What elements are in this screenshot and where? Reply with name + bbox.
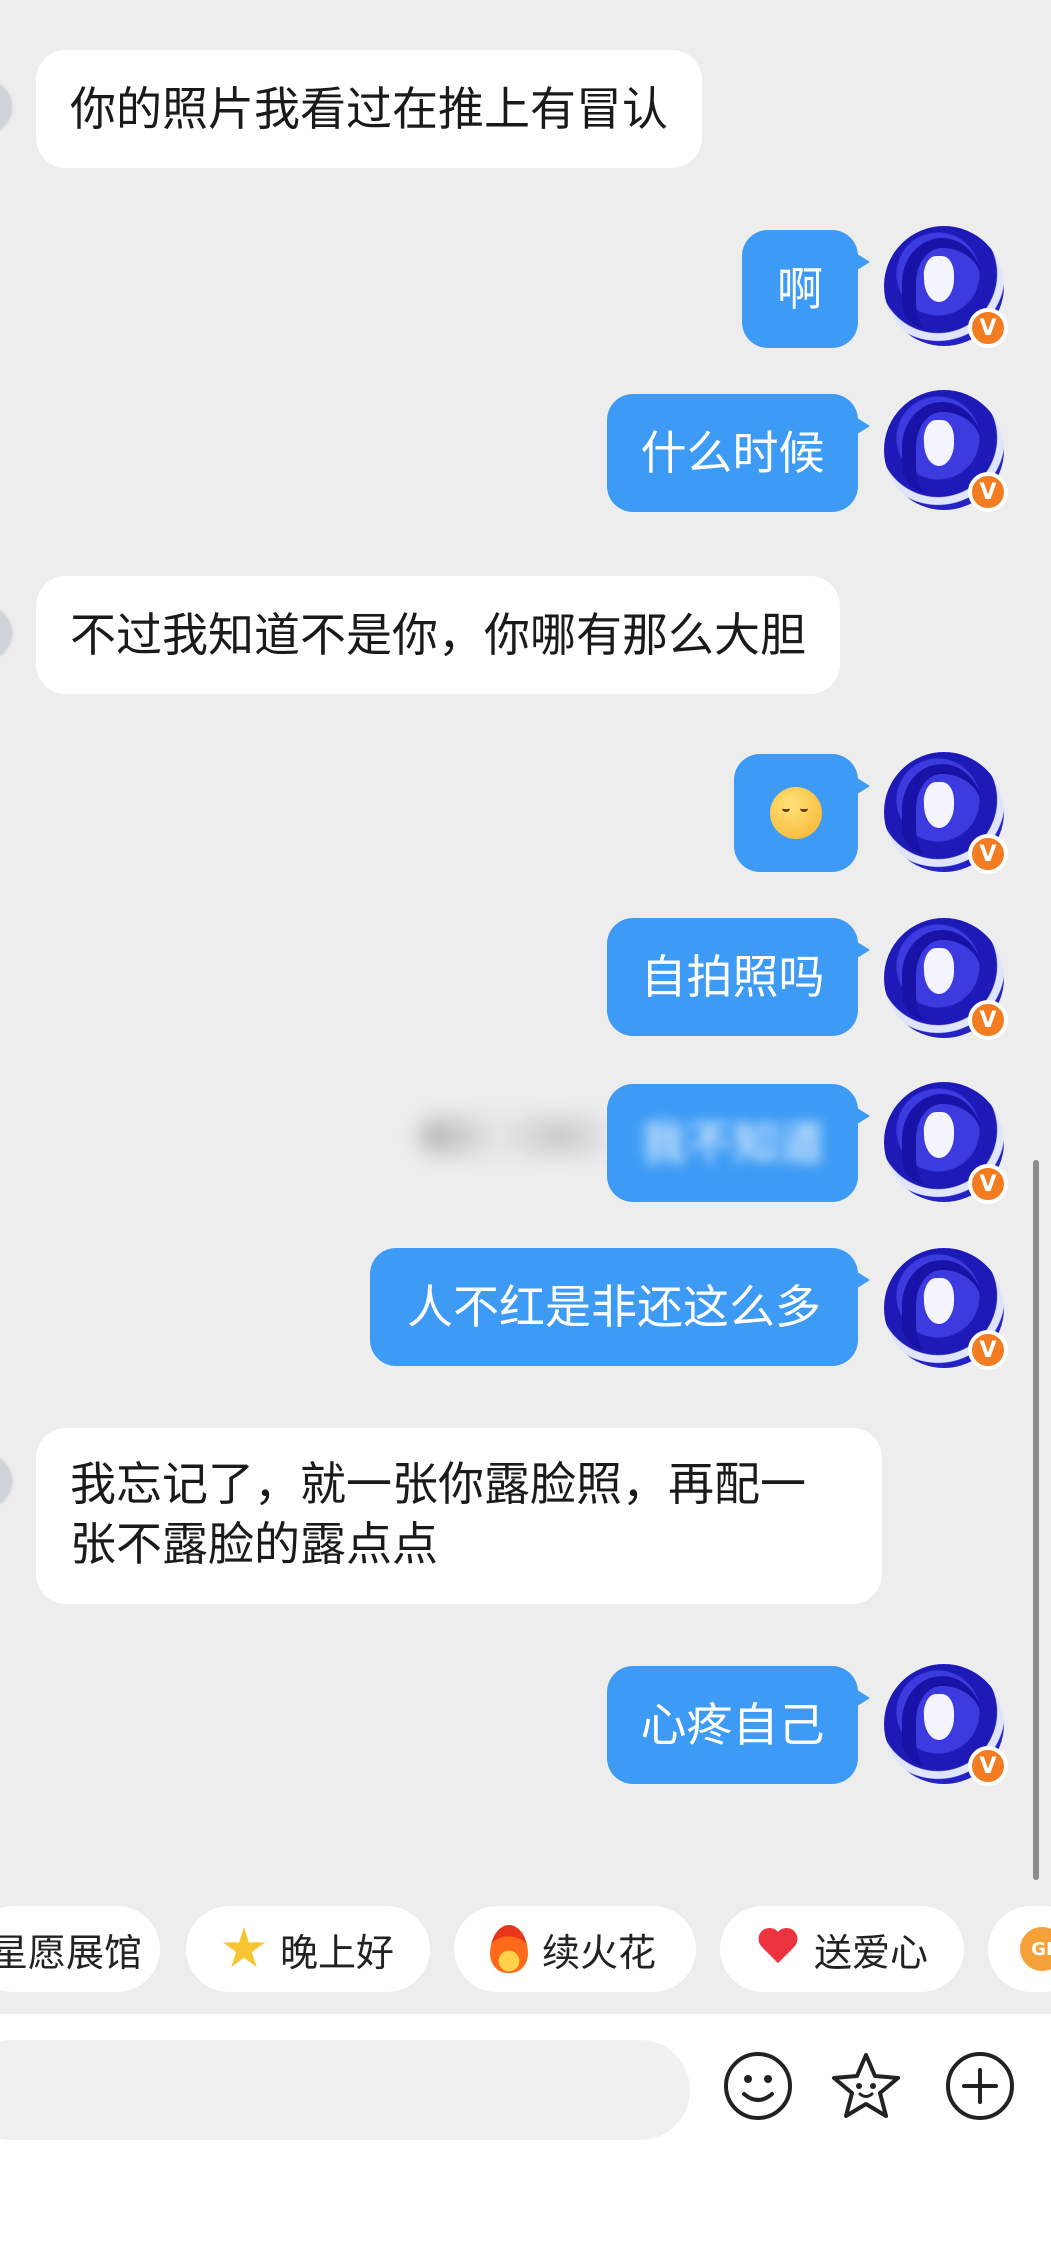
verified-badge-icon: V: [968, 472, 1008, 512]
quick-reply-label: 星愿展馆: [0, 1930, 143, 1975]
plus-icon[interactable]: [944, 2050, 1016, 2122]
user-avatar[interactable]: V: [884, 752, 1008, 874]
message-text: 你的照片我看过在推上有冒认: [70, 82, 668, 136]
message-bubble-outgoing[interactable]: 心疼自己: [607, 1666, 870, 1784]
message-bubble-outgoing[interactable]: 什么时候: [607, 394, 870, 512]
fire-icon: [490, 1925, 528, 1973]
verified-badge-icon: V: [968, 1330, 1008, 1370]
quick-reply-bar[interactable]: 星愿展馆 晚上好 续火花 送爱心 GI: [0, 1906, 1051, 1994]
chat-history[interactable]: 你的照片我看过在推上有冒认 啊 V 什么时候 V 不过我知道不是你，你哪有那么大…: [0, 0, 1051, 1880]
message-text: 人不红是非还这么多: [407, 1280, 821, 1334]
message-bubble-outgoing[interactable]: 啊: [742, 230, 870, 348]
user-avatar[interactable]: V: [884, 918, 1008, 1040]
message-bubble-outgoing[interactable]: [734, 754, 870, 872]
verified-badge-icon: V: [968, 308, 1008, 348]
smiley-icon[interactable]: [722, 2050, 794, 2122]
star-icon: [222, 1927, 266, 1968]
verified-badge-icon: V: [968, 834, 1008, 874]
quick-reply-label: 续火花: [542, 1930, 657, 1975]
message-text: 自拍照吗: [640, 950, 825, 1004]
quick-reply-label: 晚上好: [280, 1930, 395, 1975]
user-avatar[interactable]: V: [884, 390, 1008, 512]
user-avatar[interactable]: V: [884, 1082, 1008, 1204]
message-text-line: 张不露脸的露点点: [70, 1517, 438, 1571]
sticker-star-icon[interactable]: [830, 2050, 902, 2122]
message-text: 啊: [777, 262, 823, 316]
user-avatar[interactable]: V: [884, 1664, 1008, 1786]
contact-avatar[interactable]: [0, 1452, 14, 1510]
message-text: 心疼自己: [640, 1698, 825, 1752]
contact-avatar[interactable]: [0, 78, 14, 136]
message-bubble-incoming[interactable]: 不过我知道不是你，你哪有那么大胆: [36, 576, 840, 694]
message-bubble-outgoing[interactable]: 人不红是非还这么多: [370, 1248, 870, 1366]
verified-badge-icon: V: [968, 1746, 1008, 1786]
message-text-blurred: 我不知道: [640, 1116, 825, 1170]
contact-avatar[interactable]: [0, 604, 14, 662]
user-avatar[interactable]: V: [884, 226, 1008, 348]
quick-reply-chip[interactable]: 续火花: [454, 1906, 696, 1992]
verified-badge-icon: V: [968, 1000, 1008, 1040]
heart-icon: [756, 1929, 800, 1969]
quick-reply-chip[interactable]: 送爱心: [720, 1906, 964, 1992]
message-bubble-incoming[interactable]: 我忘记了，就一张你露脸照，再配一 张不露脸的露点点: [36, 1428, 882, 1604]
quick-reply-chip[interactable]: GI: [988, 1906, 1051, 1992]
quick-reply-chip[interactable]: 晚上好: [186, 1906, 430, 1992]
message-text: 不过我知道不是你，你哪有那么大胆: [70, 608, 806, 662]
quick-reply-chip[interactable]: 星愿展馆: [0, 1906, 160, 1992]
message-text-line: 我忘记了，就一张你露脸照，再配一: [70, 1457, 806, 1511]
message-bubble-incoming[interactable]: 你的照片我看过在推上有冒认: [36, 50, 702, 168]
crying-face-emoji-icon: [770, 787, 822, 839]
input-bar: [0, 2014, 1051, 2266]
message-input[interactable]: [0, 2040, 690, 2140]
quick-reply-label: 送爱心: [814, 1930, 929, 1975]
blurred-ghost: [420, 1118, 620, 1154]
message-bubble-outgoing[interactable]: 我不知道: [607, 1084, 870, 1202]
scrollbar[interactable]: [1033, 1160, 1039, 1880]
gif-icon: GI: [1020, 1927, 1051, 1971]
message-bubble-outgoing[interactable]: 自拍照吗: [607, 918, 870, 1036]
user-avatar[interactable]: V: [884, 1248, 1008, 1370]
message-text: 什么时候: [640, 426, 825, 480]
verified-badge-icon: V: [968, 1164, 1008, 1204]
